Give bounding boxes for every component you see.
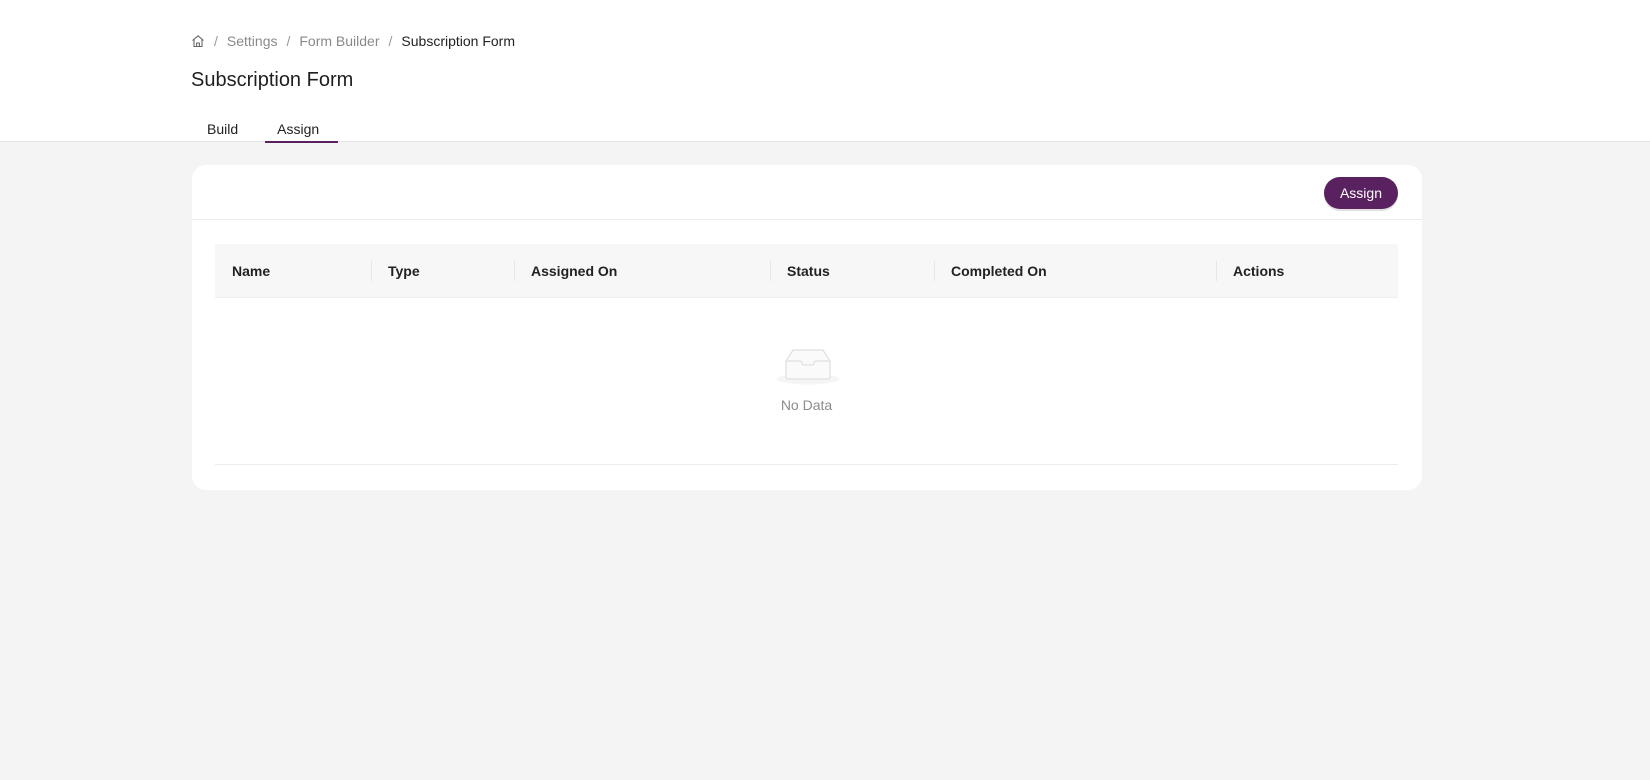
assign-button[interactable]: Assign [1323, 177, 1398, 209]
breadcrumb-current: Subscription Form [401, 33, 515, 49]
breadcrumb: / Settings / Form Builder / Subscription… [191, 33, 515, 49]
table-empty-state: No Data [215, 298, 1398, 465]
card-toolbar: Assign [192, 165, 1422, 220]
page-title: Subscription Form [191, 69, 354, 91]
breadcrumb-separator: / [286, 33, 291, 49]
home-icon[interactable] [191, 34, 205, 48]
empty-inbox-icon [777, 349, 839, 385]
tab-assign[interactable]: Assign [265, 113, 339, 143]
breadcrumb-item-settings[interactable]: Settings [227, 33, 278, 49]
column-header-name[interactable]: Name [215, 244, 371, 297]
tab-bar: Build Assign [191, 113, 339, 143]
table-header: Name Type Assigned On Status Completed O… [215, 244, 1398, 298]
column-header-assigned-on[interactable]: Assigned On [514, 244, 770, 297]
tab-build[interactable]: Build [191, 113, 254, 143]
column-header-type[interactable]: Type [371, 244, 514, 297]
column-header-actions: Actions [1216, 244, 1398, 297]
column-header-completed-on[interactable]: Completed On [934, 244, 1216, 297]
breadcrumb-separator: / [388, 33, 393, 49]
breadcrumb-item-form-builder[interactable]: Form Builder [299, 33, 379, 49]
page-header: / Settings / Form Builder / Subscription… [0, 7, 1650, 143]
column-header-status[interactable]: Status [770, 244, 934, 297]
assignments-table: Name Type Assigned On Status Completed O… [215, 244, 1398, 465]
breadcrumb-separator: / [214, 33, 218, 49]
assignments-card: Assign Name Type Assigned On Status Comp… [192, 165, 1422, 490]
empty-state-text: No Data [780, 397, 833, 413]
